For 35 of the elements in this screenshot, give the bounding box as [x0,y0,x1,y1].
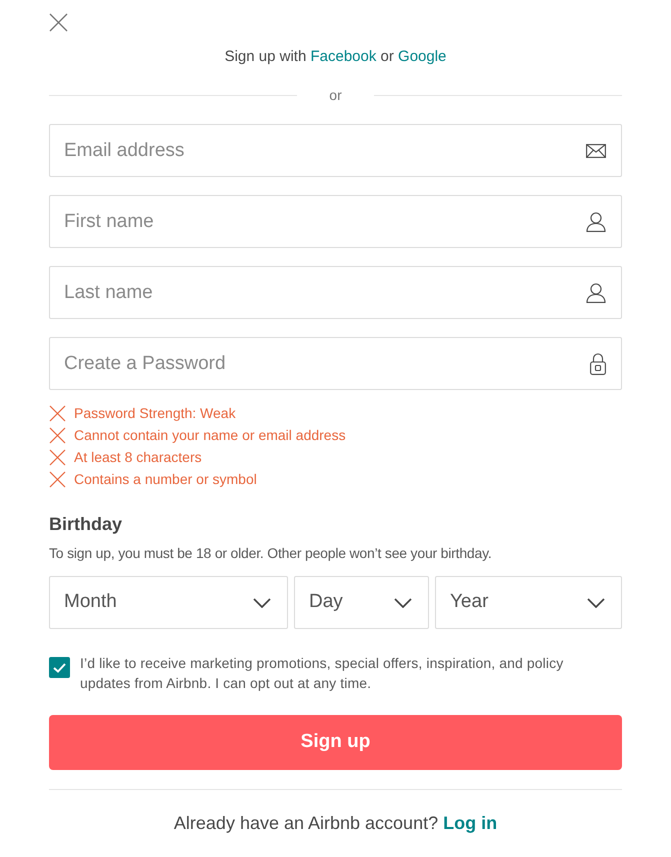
password-error: Cannot contain your name or email address [74,426,346,445]
birthday-note: To sign up, you must be 18 or older. Other people won’t see your birthday. [49,544,493,563]
birthday-select[interactable]: Year [435,576,622,629]
cross-icon [49,470,66,488]
google-link[interactable]: Google [398,48,446,65]
input-field[interactable]: Email address [49,124,622,177]
input-field[interactable]: Create a Password [49,337,622,390]
input-field[interactable]: First name [49,195,622,248]
password-error: At least 8 characters [74,448,202,466]
social-signup-text: Sign up with Facebook or Google [224,47,448,67]
chevron-down-icon [253,598,271,608]
lock-icon [590,352,606,374]
marketing-consent-text: I’d like to receive marketing promotions, special offers, inspiration, and policy updates from Airbnb. I can opt out at any time. [80,654,564,693]
birthday-select[interactable]: Month [49,576,288,629]
check-icon [53,662,66,672]
input-field[interactable]: Last name [49,266,622,319]
cross-icon [49,426,66,444]
close-icon[interactable] [49,13,68,32]
password-error: Contains a number or symbol [74,470,257,489]
chevron-down-icon [394,598,412,608]
password-error: Password Strength: Weak [74,404,236,423]
facebook-link[interactable]: Facebook [310,48,376,65]
log-in-link[interactable]: Log in [443,813,498,833]
login-prompt: Already have an Airbnb account? Log in [172,812,498,835]
sign-up-button[interactable]: Sign up [49,715,622,770]
chevron-down-icon [587,598,605,608]
person-icon [586,212,606,232]
marketing-checkbox[interactable] [49,657,70,678]
envelope-icon [586,144,606,158]
cross-icon [49,448,66,466]
birthday-select[interactable]: Day [294,576,429,629]
birthday-heading: Birthday [49,513,124,536]
divider-label: or [328,86,343,105]
cross-icon [49,404,66,422]
person-icon [586,282,606,302]
